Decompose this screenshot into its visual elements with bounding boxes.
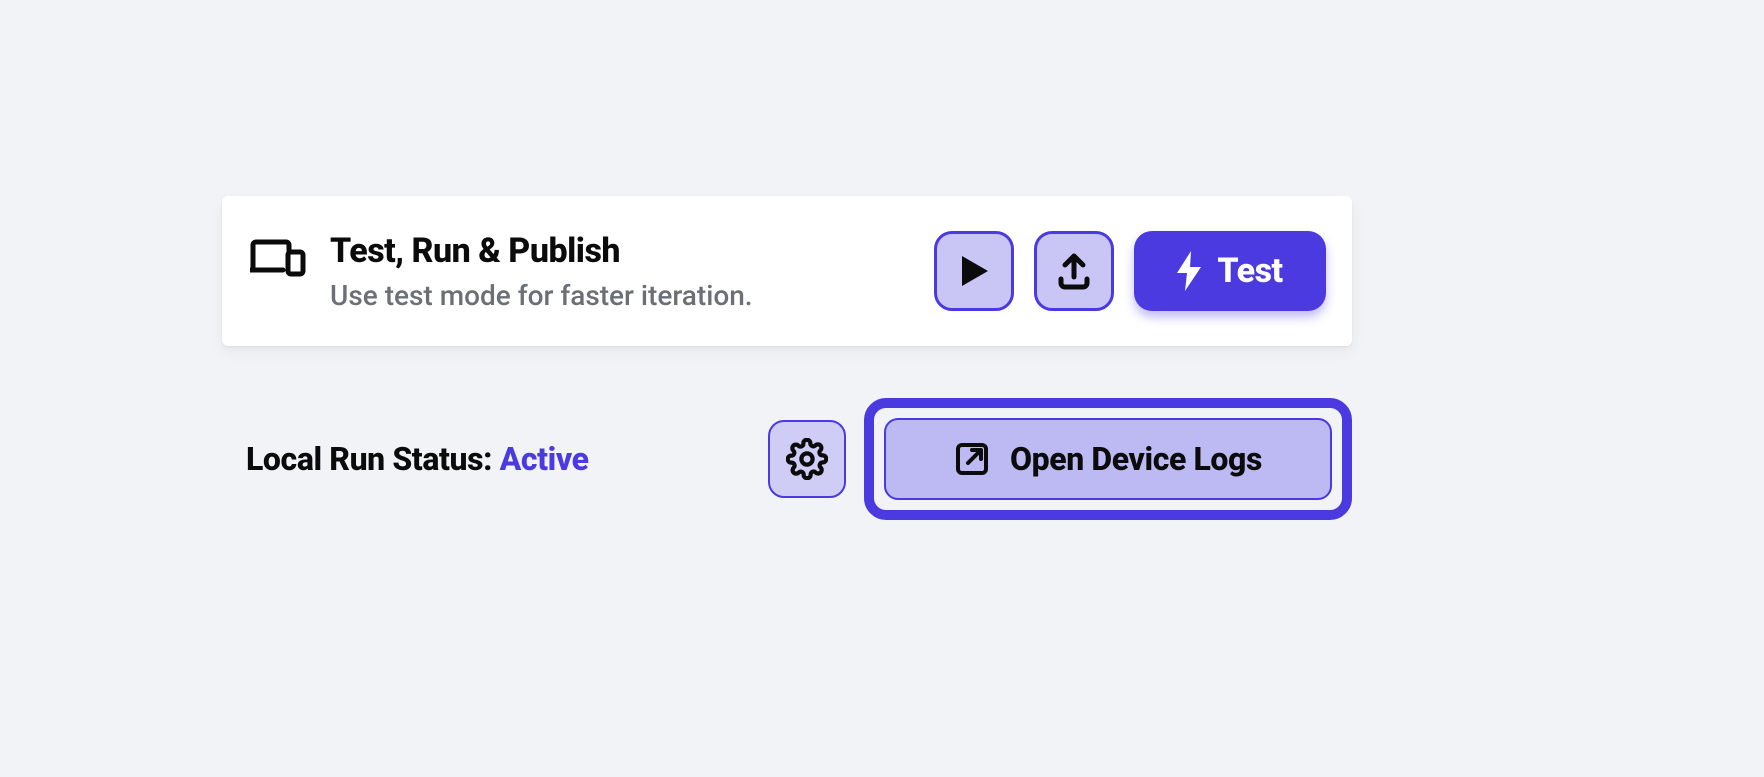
card-left: Test, Run & Publish Use test mode for fa…: [250, 231, 934, 312]
settings-button[interactable]: [768, 420, 846, 498]
test-button[interactable]: Test: [1134, 231, 1326, 311]
card-actions: Test: [934, 231, 1326, 311]
publish-button[interactable]: [1034, 231, 1114, 311]
status-actions: Open Device Logs: [768, 398, 1352, 520]
open-device-logs-button[interactable]: Open Device Logs: [884, 418, 1332, 500]
open-device-logs-label: Open Device Logs: [1010, 440, 1262, 478]
card-text: Test, Run & Publish Use test mode for fa…: [330, 231, 753, 312]
status-value: Active: [500, 440, 589, 478]
logs-highlight-frame: Open Device Logs: [864, 398, 1352, 520]
play-icon: [958, 254, 990, 288]
bolt-icon: [1177, 251, 1201, 291]
status-label-text: Local Run Status:: [246, 440, 500, 478]
upload-icon: [1054, 251, 1094, 291]
devices-icon: [250, 237, 306, 277]
status-row: Local Run Status: Active: [246, 398, 1352, 520]
status-label: Local Run Status: Active: [246, 440, 589, 478]
card-title: Test, Run & Publish: [330, 231, 753, 271]
publish-card: Test, Run & Publish Use test mode for fa…: [222, 196, 1352, 346]
test-button-label: Test: [1217, 251, 1282, 291]
card-subtitle: Use test mode for faster iteration.: [330, 279, 753, 312]
external-link-icon: [954, 441, 990, 477]
gear-icon: [786, 438, 828, 480]
run-button[interactable]: [934, 231, 1014, 311]
